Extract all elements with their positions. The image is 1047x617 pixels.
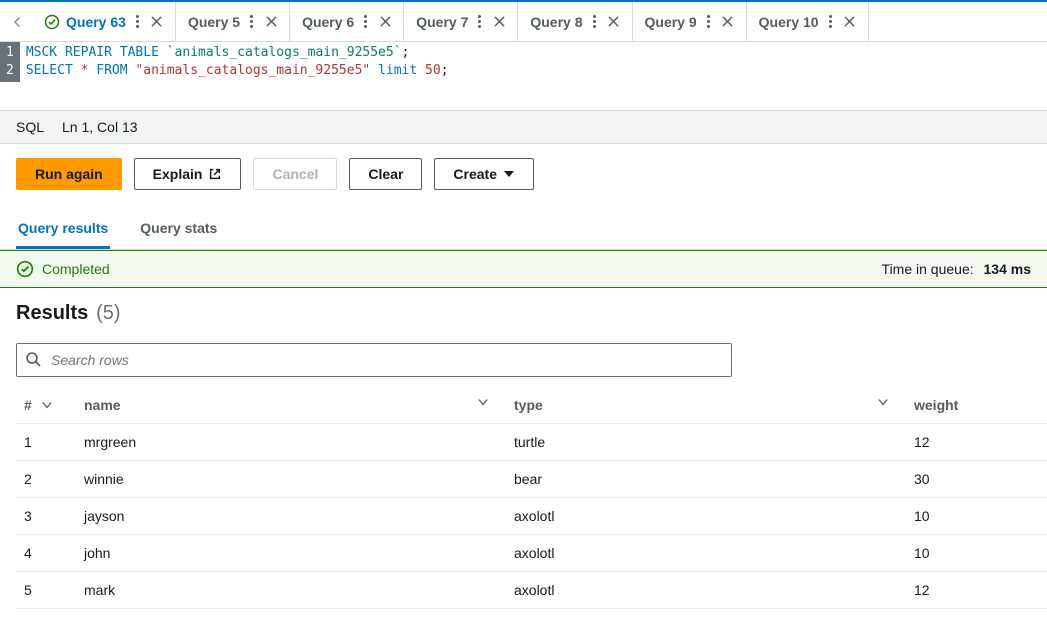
sql-editor[interactable]: 1 2 MSCK REPAIR TABLE `animals_catalogs_… (0, 42, 1047, 82)
tab-menu-button[interactable] (703, 15, 714, 28)
tab-close-button[interactable] (842, 14, 858, 30)
tab-label: Query 8 (530, 14, 582, 30)
results-table: # name type weight 1mrgreenturtle12 2win… (16, 387, 1047, 609)
editor-language: SQL (16, 119, 44, 135)
external-link-icon (208, 167, 222, 181)
editor-statusbar: SQL Ln 1, Col 13 (0, 110, 1047, 144)
table-row: 2winniebear30 (16, 461, 1047, 498)
tab-query-stats[interactable]: Query stats (138, 212, 219, 249)
editor-code[interactable]: MSCK REPAIR TABLE `animals_catalogs_main… (20, 42, 1047, 82)
tab-query-9[interactable]: Query 9 (633, 2, 747, 41)
editor-gutter: 1 2 (0, 42, 20, 82)
tab-menu-button[interactable] (246, 15, 257, 28)
col-header-weight[interactable]: weight (906, 387, 1047, 424)
tab-label: Query 63 (66, 14, 126, 30)
explain-button[interactable]: Explain (134, 158, 242, 190)
tab-query-results[interactable]: Query results (16, 212, 110, 249)
tab-close-button[interactable] (377, 14, 393, 30)
col-header-index[interactable]: # (16, 387, 76, 424)
run-again-button[interactable]: Run again (16, 158, 122, 190)
table-row: 3jaysonaxolotl10 (16, 498, 1047, 535)
status-text: Completed (42, 261, 110, 277)
tab-query-10[interactable]: Query 10 (747, 2, 869, 41)
close-icon (844, 16, 855, 27)
table-row: 4johnaxolotl10 (16, 535, 1047, 572)
query-toolbar: Run again Explain Cancel Clear Create (0, 144, 1047, 204)
tab-close-button[interactable] (606, 14, 622, 30)
search-icon (25, 351, 41, 367)
tab-label: Query 10 (759, 14, 819, 30)
tab-menu-button[interactable] (132, 15, 143, 28)
close-icon (608, 16, 619, 27)
sort-icon (42, 400, 52, 410)
results-count: (5) (96, 302, 120, 324)
tab-query-63[interactable]: Query 63 (32, 2, 176, 41)
col-header-name[interactable]: name (76, 387, 506, 424)
cancel-button: Cancel (253, 158, 337, 190)
close-icon (380, 16, 391, 27)
tab-query-5[interactable]: Query 5 (176, 2, 290, 41)
tab-query-8[interactable]: Query 8 (518, 2, 632, 41)
tab-query-7[interactable]: Query 7 (404, 2, 518, 41)
tab-label: Query 9 (645, 14, 697, 30)
sort-icon (878, 397, 888, 407)
sort-icon (478, 397, 488, 407)
tab-menu-button[interactable] (360, 15, 371, 28)
results-title: Results (16, 302, 88, 324)
results-header: Results (5) (0, 288, 1047, 333)
table-row: 1mrgreenturtle12 (16, 424, 1047, 461)
tab-close-button[interactable] (263, 14, 279, 30)
tab-menu-button[interactable] (825, 15, 836, 28)
query-tabs: Query 63 Query 5 Query 6 Query 7 Query 8… (0, 2, 1047, 42)
close-icon (722, 16, 733, 27)
tab-menu-button[interactable] (474, 15, 485, 28)
col-header-type[interactable]: type (506, 387, 906, 424)
table-row: 5markaxolotl12 (16, 572, 1047, 609)
tab-menu-button[interactable] (589, 15, 600, 28)
tabs-prev-button[interactable] (4, 8, 32, 36)
editor-cursor-position: Ln 1, Col 13 (62, 119, 138, 135)
close-icon (494, 16, 505, 27)
tab-label: Query 7 (416, 14, 468, 30)
search-input[interactable] (16, 343, 732, 377)
clear-button[interactable]: Clear (349, 158, 422, 190)
tab-label: Query 6 (302, 14, 354, 30)
results-tabs: Query results Query stats (0, 204, 1047, 250)
queue-value: 134 ms (984, 261, 1031, 277)
check-circle-icon (44, 14, 60, 30)
create-button[interactable]: Create (434, 158, 534, 190)
close-icon (151, 16, 162, 27)
results-search (16, 343, 732, 377)
tab-query-6[interactable]: Query 6 (290, 2, 404, 41)
tab-close-button[interactable] (149, 14, 165, 30)
query-status-banner: Completed Time in queue: 134 ms (0, 250, 1047, 288)
tab-close-button[interactable] (720, 14, 736, 30)
queue-label: Time in queue: (882, 261, 974, 277)
tab-label: Query 5 (188, 14, 240, 30)
caret-down-icon (503, 168, 515, 180)
chevron-left-icon (12, 16, 24, 28)
tab-close-button[interactable] (491, 14, 507, 30)
close-icon (266, 16, 277, 27)
check-circle-icon (16, 260, 34, 278)
